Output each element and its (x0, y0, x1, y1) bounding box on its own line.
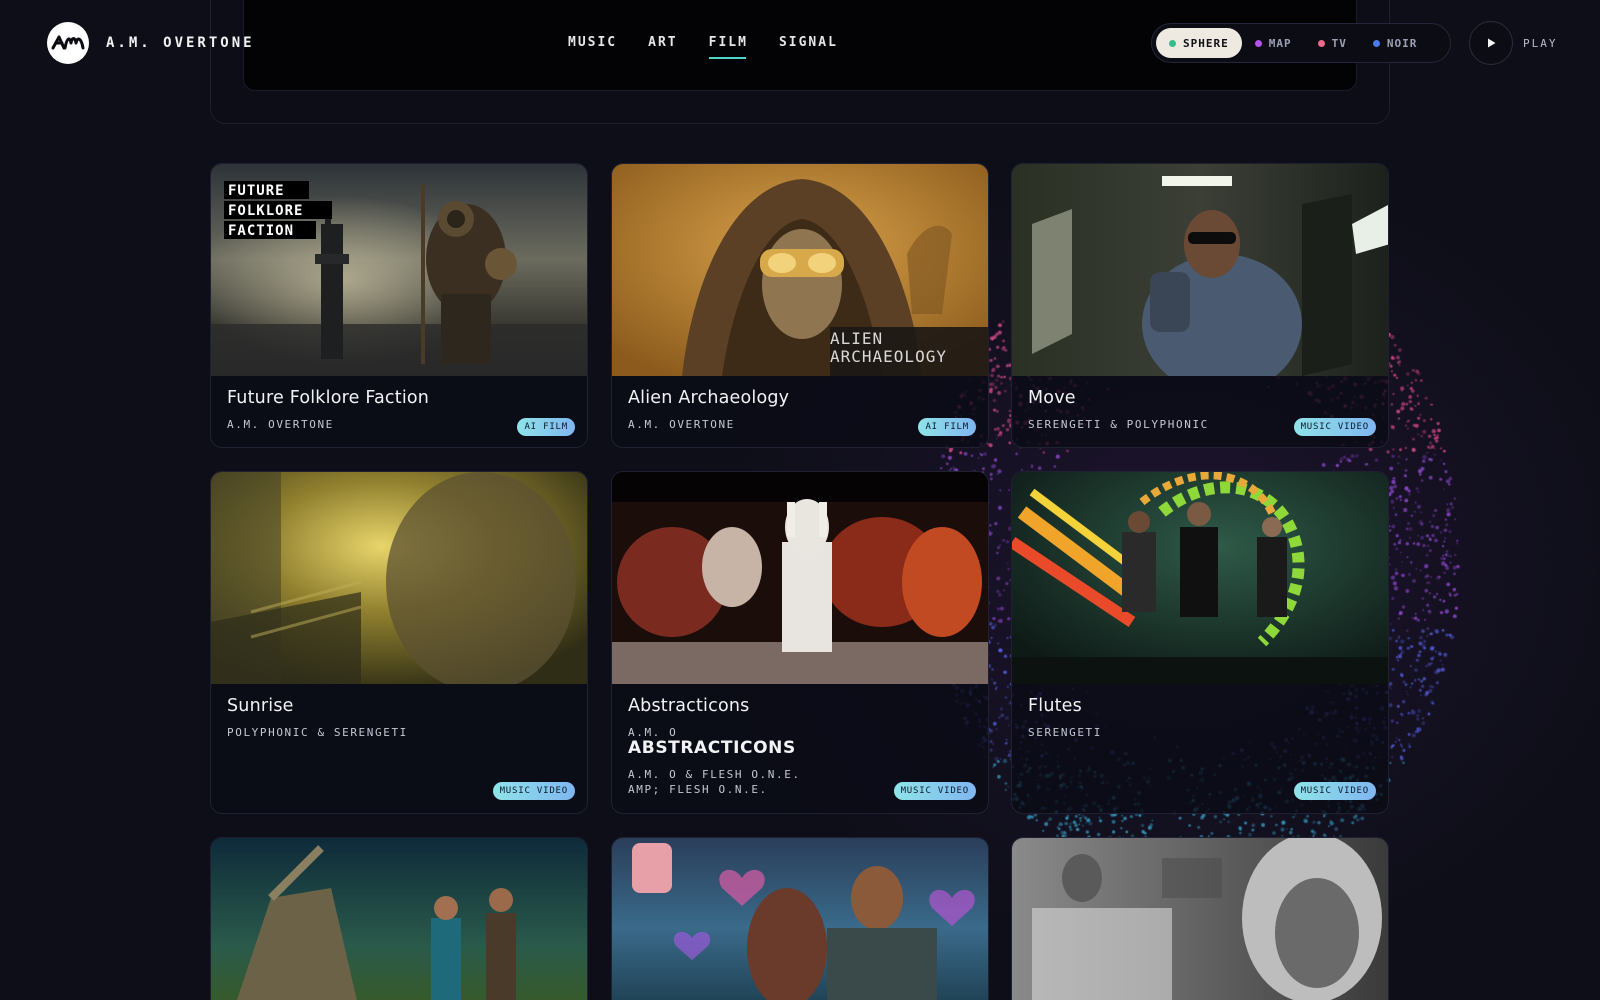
video-thumbnail (1012, 472, 1388, 684)
mode-map[interactable]: MAP (1242, 28, 1305, 58)
card-subtitle: ABSTRACTICONS (628, 738, 796, 758)
mode-label: SPHERE (1183, 36, 1229, 50)
video-thumbnail: FUTURE FOLKLORE FACTION (211, 164, 587, 376)
nav-signal[interactable]: SIGNAL (779, 35, 838, 50)
card-title: Move (1028, 388, 1076, 408)
mode-label: MAP (1268, 36, 1292, 50)
card-artist: A.M. OVERTONE (628, 418, 735, 431)
tv-dot-icon (1317, 39, 1325, 47)
video-thumbnail: ALIEN ARCHAEOLOGY (612, 164, 988, 376)
card-title: Future Folklore Faction (227, 388, 430, 408)
video-card[interactable] (1011, 837, 1389, 1000)
card-artist-line: AMP; FLESH O.N.E. (628, 783, 768, 796)
video-card[interactable]: Flutes SERENGETI MUSIC VIDEO (1011, 471, 1389, 814)
card-title: Alien Archaeology (628, 388, 790, 408)
video-card[interactable] (611, 837, 989, 1000)
video-thumbnail (211, 838, 587, 1000)
card-artist: A.M. OVERTONE (227, 418, 334, 431)
mode-label: TV (1331, 36, 1347, 50)
nav-film[interactable]: FILM (708, 35, 748, 59)
nav-art[interactable]: ART (648, 35, 677, 50)
mode-tv[interactable]: TV (1305, 28, 1360, 58)
video-card[interactable]: Abstracticons A.M. O ABSTRACTICONS A.M. … (611, 471, 989, 814)
mode-sphere[interactable]: SPHERE (1156, 28, 1242, 58)
noir-dot-icon (1372, 39, 1380, 47)
card-info: Abstracticons A.M. O ABSTRACTICONS A.M. … (612, 684, 988, 813)
video-card[interactable]: Move SERENGETI & POLYPHONIC MUSIC VIDEO (1011, 163, 1389, 448)
video-thumbnail (612, 472, 988, 684)
thumbnail-title-overlay: FUTURE FOLKLORE FACTION (228, 183, 304, 239)
card-artist-line: A.M. O & FLESH O.N.E. (628, 768, 801, 781)
map-dot-icon (1254, 39, 1262, 47)
video-card[interactable]: FUTURE FOLKLORE FACTION Future Folklore … (210, 163, 588, 448)
brand-name[interactable]: A.M. OVERTONE (106, 35, 255, 51)
play-button[interactable] (1469, 21, 1513, 65)
video-card[interactable]: ALIEN ARCHAEOLOGY Alien Archaeology A.M.… (611, 163, 989, 448)
play-icon (1488, 38, 1496, 48)
card-info: Move SERENGETI & POLYPHONIC MUSIC VIDEO (1012, 376, 1388, 447)
category-badge: MUSIC VIDEO (1293, 782, 1376, 800)
card-info: Sunrise POLYPHONIC & SERENGETI MUSIC VID… (211, 684, 587, 813)
video-thumbnail (1012, 164, 1388, 376)
card-title: Abstracticons (628, 696, 750, 716)
mode-noir[interactable]: NOIR (1360, 28, 1431, 58)
video-thumbnail (1012, 838, 1388, 1000)
card-title: Sunrise (227, 696, 294, 716)
video-card[interactable]: Sunrise POLYPHONIC & SERENGETI MUSIC VID… (210, 471, 588, 814)
sphere-dot-icon (1169, 39, 1176, 47)
play-label[interactable]: PLAY (1523, 37, 1558, 50)
category-badge: MUSIC VIDEO (492, 782, 575, 800)
card-info: Flutes SERENGETI MUSIC VIDEO (1012, 684, 1388, 813)
card-title: Flutes (1028, 696, 1082, 716)
mode-label: NOIR (1386, 36, 1418, 50)
card-artist: SERENGETI (1028, 726, 1103, 739)
category-badge: MUSIC VIDEO (1293, 418, 1376, 436)
view-mode-switcher: SPHERE MAP TV NOIR (1151, 23, 1451, 63)
site-header: A.M. OVERTONE MUSIC ART FILM SIGNAL SPHE… (0, 0, 1600, 86)
card-artist: POLYPHONIC & SERENGETI (227, 726, 408, 739)
main-nav: MUSIC ART FILM SIGNAL (568, 35, 838, 59)
category-badge: AI FILM (918, 418, 976, 436)
video-card[interactable] (210, 837, 588, 1000)
video-thumbnail (612, 838, 988, 1000)
card-info: Alien Archaeology A.M. OVERTONE AI FILM (612, 376, 988, 447)
thumbnail-title-overlay: ALIEN ARCHAEOLOGY (830, 329, 947, 366)
card-info: Future Folklore Faction A.M. OVERTONE AI… (211, 376, 587, 447)
category-badge: MUSIC VIDEO (893, 782, 976, 800)
logo-icon (51, 35, 85, 50)
nav-music[interactable]: MUSIC (568, 35, 617, 50)
brand-logo[interactable] (47, 22, 89, 64)
category-badge: AI FILM (517, 418, 575, 436)
card-artist: SERENGETI & POLYPHONIC (1028, 418, 1209, 431)
video-thumbnail (211, 472, 587, 684)
